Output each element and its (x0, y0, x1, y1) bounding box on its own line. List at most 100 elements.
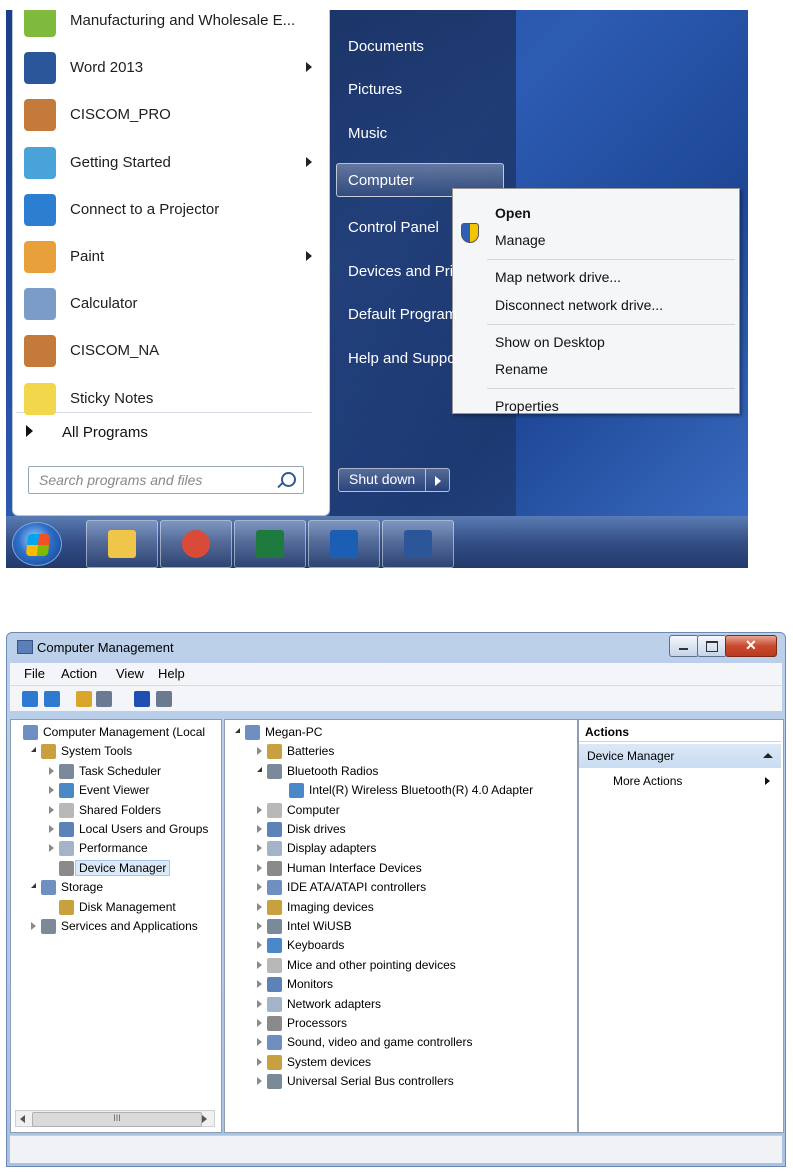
collapsed-arrow-icon[interactable] (257, 999, 262, 1008)
start-place-item[interactable]: Default Program (348, 306, 457, 323)
manufacturing-app-icon (24, 10, 56, 37)
collapsed-arrow-icon[interactable] (257, 805, 262, 814)
expanded-arrow-icon[interactable] (31, 883, 36, 889)
submenu-arrow-icon[interactable] (306, 156, 312, 167)
context-menu-item[interactable]: Manage (495, 232, 546, 248)
context-menu-item[interactable]: Map network drive... (495, 269, 621, 285)
collapsed-arrow-icon[interactable] (31, 922, 36, 930)
collapsed-arrow-icon[interactable] (257, 1019, 262, 1027)
forward-icon[interactable] (44, 691, 60, 707)
scroll-thumb[interactable]: III (32, 1112, 202, 1127)
collapsed-arrow-icon[interactable] (257, 863, 262, 872)
minimize-button[interactable] (669, 635, 699, 657)
context-menu-item[interactable]: Show on Desktop (495, 334, 605, 350)
computer-management-window: Computer Management ✕ File Action View Help… (6, 632, 786, 1167)
taskbar-button[interactable] (382, 520, 454, 568)
collapsed-arrow-icon[interactable] (257, 980, 262, 989)
actions-device-manager-section[interactable]: Device Manager (579, 744, 781, 768)
collapsed-arrow-icon[interactable] (49, 825, 54, 833)
collapsed-arrow-icon[interactable] (257, 960, 262, 969)
collapsed-arrow-icon[interactable] (257, 1057, 262, 1066)
tree-item-label: Local Users and Groups (79, 822, 209, 836)
tree-node-icon (267, 860, 282, 876)
outlook-icon (330, 530, 358, 558)
horizontal-scrollbar[interactable]: III (15, 1110, 215, 1127)
title-bar[interactable]: Computer Management ✕ (7, 633, 785, 661)
collapsed-arrow-icon[interactable] (257, 747, 262, 756)
menu-action[interactable]: Action (61, 666, 97, 681)
start-program-label: Getting Started (70, 153, 171, 171)
up-folder-icon[interactable] (76, 691, 92, 707)
start-place-item[interactable]: Pictures (348, 81, 402, 98)
collapsed-arrow-icon[interactable] (257, 941, 262, 950)
submenu-arrow-icon[interactable] (306, 251, 312, 261)
start-program-item[interactable]: Getting Started (12, 140, 330, 186)
start-program-item[interactable]: CISCOM_NA (12, 328, 330, 374)
tree-item-label: Disk Management (79, 899, 176, 914)
menu-file[interactable]: File (24, 666, 45, 681)
expanded-arrow-icon[interactable] (257, 766, 262, 772)
collapsed-arrow-icon[interactable] (49, 766, 54, 775)
collapsed-arrow-icon[interactable] (257, 825, 262, 833)
collapsed-arrow-icon[interactable] (49, 805, 54, 814)
collapsed-arrow-icon[interactable] (49, 786, 54, 795)
start-place-item[interactable]: Documents (348, 38, 424, 55)
expanded-arrow-icon[interactable] (31, 747, 36, 753)
collapsed-arrow-icon[interactable] (257, 1038, 262, 1047)
tree-node-icon (267, 919, 282, 934)
search-icon[interactable] (281, 472, 296, 487)
taskbar-button[interactable] (308, 520, 380, 568)
collapsed-arrow-icon[interactable] (257, 1077, 262, 1086)
start-program-item[interactable]: Connect to a Projector (12, 187, 330, 233)
more-actions-item[interactable]: More Actions (613, 774, 682, 788)
collapsed-arrow-icon[interactable] (257, 883, 262, 892)
context-menu-item[interactable]: Properties (495, 398, 559, 414)
tree-node-icon (267, 822, 282, 837)
start-program-item[interactable]: Paint (12, 234, 330, 280)
all-programs-button[interactable]: All Programs (62, 424, 148, 441)
taskbar-button[interactable] (234, 520, 306, 568)
start-program-item[interactable]: CISCOM_PRO (12, 92, 330, 138)
back-icon[interactable] (22, 691, 38, 707)
collapsed-arrow-icon[interactable] (257, 902, 262, 911)
tree-item-label: Task Scheduler (79, 763, 162, 778)
show-hide-action-pane-icon[interactable] (156, 691, 172, 707)
taskbar-button[interactable] (86, 520, 158, 568)
help-icon[interactable] (134, 691, 150, 707)
scroll-right-icon[interactable] (202, 1115, 207, 1123)
start-place-item[interactable]: Control Panel (348, 219, 439, 236)
menu-view[interactable]: View (116, 666, 144, 681)
collapsed-arrow-icon[interactable] (49, 844, 54, 853)
start-program-item[interactable]: Calculator (12, 281, 330, 327)
start-program-label: Connect to a Projector (70, 200, 220, 218)
collapsed-arrow-icon[interactable] (257, 844, 262, 853)
start-program-item[interactable]: Sticky Notes (12, 376, 330, 422)
start-place-item[interactable]: Help and Suppo (348, 350, 456, 367)
context-menu-item[interactable]: Rename (495, 361, 548, 377)
tree-node-icon (59, 860, 74, 876)
start-place-item[interactable]: Music (348, 125, 387, 142)
shutdown-button[interactable]: Shut down (338, 468, 426, 492)
maximize-button[interactable] (697, 635, 727, 657)
start-search-input[interactable]: Search programs and files (28, 466, 304, 494)
tree-node-icon (267, 1035, 282, 1051)
shutdown-options-button[interactable] (426, 468, 450, 492)
start-place-item[interactable]: Computer (348, 172, 414, 189)
start-orb-icon[interactable] (12, 522, 62, 566)
start-program-item[interactable]: Word 2013 (12, 45, 330, 91)
expanded-arrow-icon[interactable] (235, 728, 240, 733)
tree-item-label: Human Interface Devices (287, 860, 422, 875)
close-button[interactable]: ✕ (725, 635, 777, 657)
taskbar-button[interactable] (160, 520, 232, 568)
tree-node-icon (245, 725, 260, 740)
context-menu-item[interactable]: Open (495, 205, 531, 221)
submenu-arrow-icon[interactable] (306, 62, 312, 73)
collapsed-arrow-icon[interactable] (257, 922, 262, 930)
scroll-left-icon[interactable] (20, 1115, 25, 1123)
start-program-item[interactable]: Manufacturing and Wholesale E... (12, 10, 330, 44)
word-icon (24, 52, 56, 85)
show-hide-tree-icon[interactable] (96, 691, 112, 707)
menu-help[interactable]: Help (158, 666, 185, 681)
context-menu-item[interactable]: Disconnect network drive... (495, 297, 663, 313)
start-place-item[interactable]: Devices and Pri (348, 263, 453, 280)
